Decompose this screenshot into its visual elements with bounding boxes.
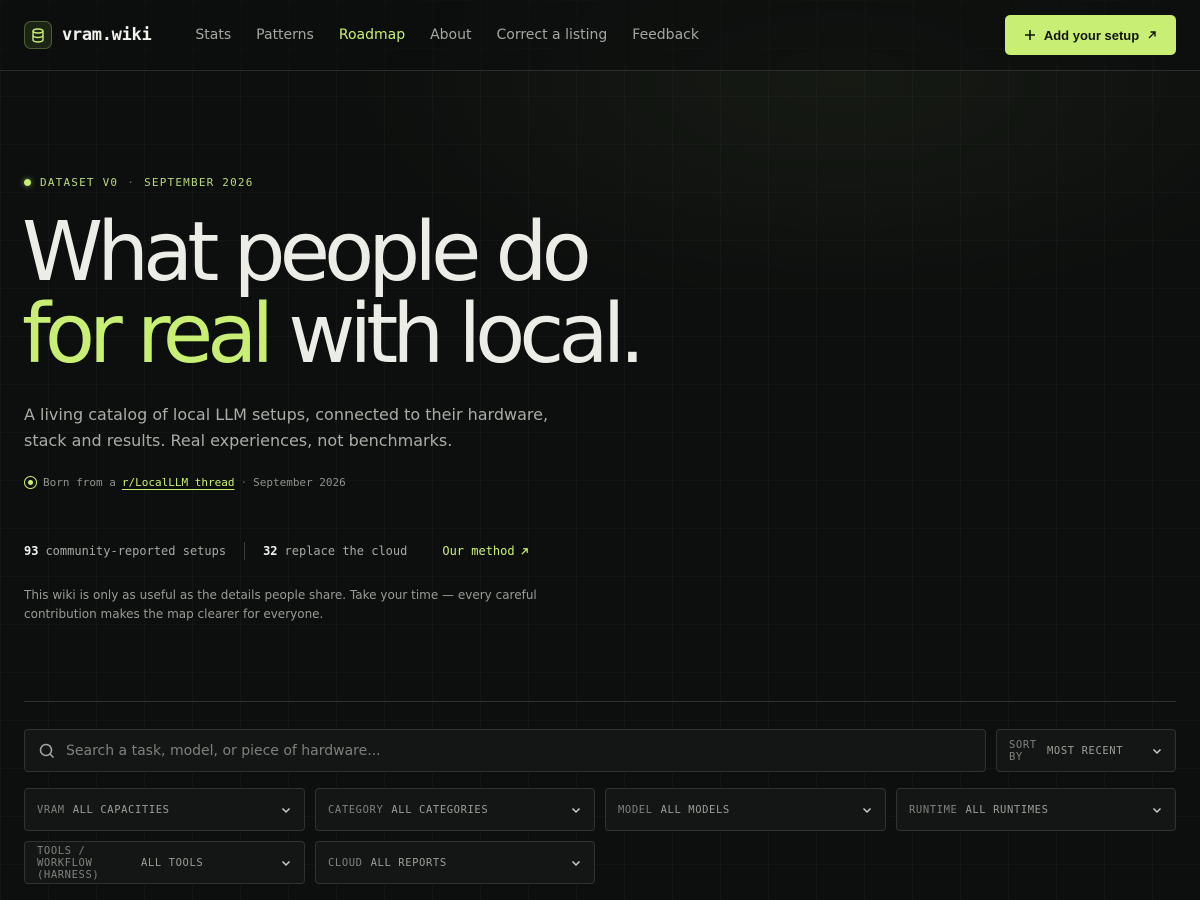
nav-correct-listing[interactable]: Correct a listing bbox=[496, 27, 607, 43]
page-title: What people do for real with local. bbox=[22, 212, 645, 376]
nav-feedback[interactable]: Feedback bbox=[632, 27, 699, 43]
our-method-label: Our method bbox=[442, 544, 515, 558]
chevron-down-icon bbox=[571, 807, 581, 813]
setups-label: community-reported setups bbox=[45, 544, 227, 558]
status-dot-icon bbox=[24, 179, 31, 186]
search-box[interactable] bbox=[24, 729, 986, 772]
filter-label: CLOUD bbox=[328, 856, 363, 869]
origin-prefix: Born from a bbox=[43, 476, 116, 489]
eyebrow-dataset: DATASET V0 bbox=[40, 176, 119, 189]
hero-description: A living catalog of local LLM setups, co… bbox=[24, 405, 549, 450]
filter-cloud[interactable]: CLOUD ALL REPORTS bbox=[315, 841, 595, 884]
sort-label: SORT BY bbox=[1009, 738, 1037, 763]
replace-label: replace the cloud bbox=[284, 544, 408, 558]
filter-label: MODEL bbox=[618, 803, 653, 816]
radio-dot-icon bbox=[24, 476, 37, 489]
filter-runtime[interactable]: RUNTIME ALL RUNTIMES bbox=[896, 788, 1176, 831]
our-method-link[interactable]: Our method bbox=[442, 544, 528, 558]
logo-text: vram.wiki bbox=[62, 25, 152, 45]
chevron-down-icon bbox=[1152, 807, 1162, 813]
filter-label: TOOLS / WORKFLOW (HARNESS) bbox=[37, 844, 100, 881]
filter-tools[interactable]: TOOLS / WORKFLOW (HARNESS) ALL TOOLS bbox=[24, 841, 305, 884]
filter-value: ALL REPORTS bbox=[370, 856, 447, 869]
stats-divider bbox=[244, 542, 246, 560]
main-nav: Stats Patterns Roadmap About Correct a l… bbox=[195, 27, 699, 43]
section-divider bbox=[24, 701, 1176, 702]
chevron-down-icon bbox=[862, 807, 872, 813]
filter-label: RUNTIME bbox=[909, 803, 958, 816]
top-nav-bar: vram.wiki Stats Patterns Roadmap About C… bbox=[0, 0, 1200, 71]
title-accent: for real bbox=[22, 287, 274, 382]
arrow-up-right-icon bbox=[520, 547, 528, 555]
setups-count: 93 bbox=[24, 544, 39, 558]
search-icon bbox=[39, 743, 55, 758]
filter-value: ALL CATEGORIES bbox=[391, 803, 489, 816]
filter-value: ALL TOOLS bbox=[141, 856, 204, 869]
origin-note: Born from a r/LocalLLM thread · Septembe… bbox=[24, 476, 346, 489]
title-line-1: What people do bbox=[22, 205, 592, 300]
filter-model[interactable]: MODEL ALL MODELS bbox=[605, 788, 886, 831]
plus-icon bbox=[1024, 30, 1035, 40]
title-line-2-rest: with local. bbox=[288, 287, 645, 382]
logo[interactable]: vram.wiki bbox=[24, 21, 152, 49]
search-input[interactable] bbox=[66, 742, 971, 759]
nav-about[interactable]: About bbox=[430, 27, 471, 43]
filter-label: CATEGORY bbox=[328, 803, 384, 816]
add-setup-button[interactable]: Add your setup bbox=[1005, 15, 1176, 55]
filter-value: ALL MODELS bbox=[660, 803, 730, 816]
chevron-down-icon bbox=[281, 860, 291, 866]
arrow-up-right-icon bbox=[1148, 31, 1156, 39]
replace-count: 32 bbox=[263, 544, 278, 558]
nav-roadmap[interactable]: Roadmap bbox=[339, 27, 405, 43]
sort-value: MOST RECENT bbox=[1047, 744, 1124, 757]
chevron-down-icon bbox=[571, 860, 581, 866]
filter-category[interactable]: CATEGORY ALL CATEGORIES bbox=[315, 788, 595, 831]
filter-value: ALL CAPACITIES bbox=[72, 803, 170, 816]
filter-label: VRAM bbox=[37, 803, 65, 816]
dataset-eyebrow: DATASET V0 · SEPTEMBER 2026 bbox=[24, 176, 254, 189]
filter-vram[interactable]: VRAM ALL CAPACITIES bbox=[24, 788, 305, 831]
contribution-note: This wiki is only as useful as the detai… bbox=[24, 588, 537, 621]
nav-patterns[interactable]: Patterns bbox=[256, 27, 314, 43]
add-setup-label: Add your setup bbox=[1043, 27, 1140, 43]
database-icon bbox=[24, 21, 52, 49]
nav-stats[interactable]: Stats bbox=[195, 27, 231, 43]
chevron-down-icon bbox=[1152, 748, 1162, 754]
reddit-thread-link[interactable]: r/LocalLLM thread bbox=[122, 476, 235, 489]
chevron-down-icon bbox=[281, 807, 291, 813]
origin-separator: · bbox=[240, 476, 248, 489]
filter-value: ALL RUNTIMES bbox=[965, 803, 1049, 816]
eyebrow-date: SEPTEMBER 2026 bbox=[144, 176, 254, 189]
sort-select[interactable]: SORT BY MOST RECENT bbox=[996, 729, 1176, 772]
eyebrow-separator: · bbox=[127, 176, 136, 189]
origin-date: September 2026 bbox=[253, 476, 346, 489]
stats-row: 93 community-reported setups 32 replace … bbox=[24, 541, 529, 561]
